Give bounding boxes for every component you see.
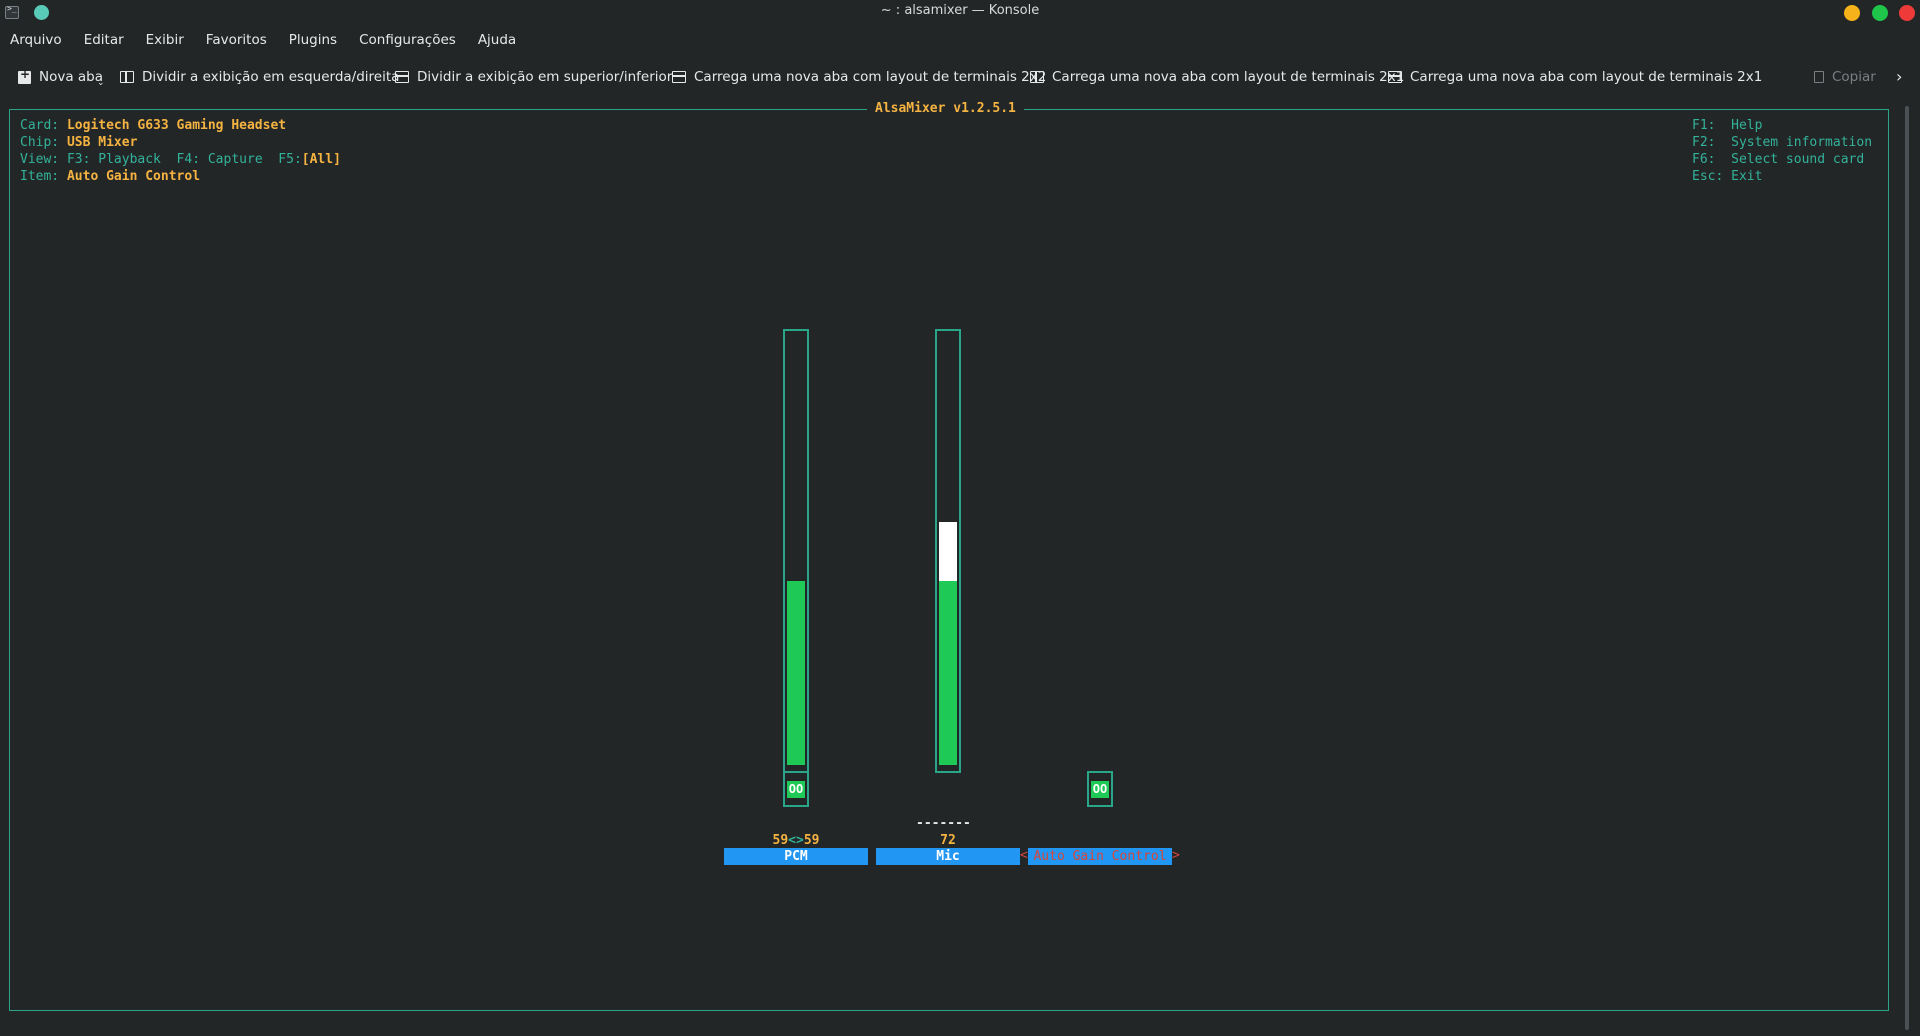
item-label: Item:	[20, 169, 60, 184]
terminal-view[interactable]: AlsaMixer v1.2.5.1 Card: Logitech G633 G…	[0, 100, 1920, 1036]
mic-control-label[interactable]: Mic	[876, 848, 1020, 865]
layout-2x2-button[interactable]: Carrega uma nova aba com layout de termi…	[672, 62, 1046, 92]
new-tab-button[interactable]: Nova aba	[18, 62, 103, 92]
menu-bar: Arquivo Editar Exibir Favoritos Plugins …	[0, 27, 1920, 53]
menu-exibir[interactable]: Exibir	[146, 32, 184, 48]
help-f6: F6: Select sound card	[1692, 152, 1864, 167]
split-horizontal-icon	[395, 71, 409, 83]
chip-label: Chip:	[20, 135, 60, 150]
help-f6-key: F6:	[1692, 152, 1716, 167]
menu-configuracoes[interactable]: Configurações	[359, 32, 456, 48]
help-f2: F2: System information	[1692, 135, 1872, 150]
mic-volume-green	[939, 580, 957, 765]
view-line: View: F3: Playback F4: Capture F5:[All]	[20, 152, 341, 167]
layout-2x2-label: Carrega uma nova aba com layout de termi…	[694, 69, 1047, 85]
view-all-key: F5:	[278, 152, 302, 167]
pcm-control-label[interactable]: PCM	[724, 848, 868, 865]
split-left-right-label: Dividir a exibição em esquerda/direita	[142, 69, 400, 85]
help-f1: F1: Help	[1692, 118, 1762, 133]
view-label: View:	[20, 152, 60, 167]
menu-arquivo[interactable]: Arquivo	[10, 32, 62, 48]
window-title: ~ : alsamixer — Konsole	[880, 3, 1040, 18]
help-f6-text: Select sound card	[1731, 152, 1865, 167]
layout-2x2-icon	[672, 71, 686, 83]
terminal-scrollbar[interactable]	[1905, 106, 1909, 1030]
view-all-value: [All]	[301, 152, 341, 167]
layout-2x1-vertical-label: Carrega uma nova aba com layout de termi…	[1052, 69, 1405, 85]
menu-ajuda[interactable]: Ajuda	[478, 32, 516, 48]
chip-line: Chip: USB Mixer	[20, 135, 137, 150]
pcm-value-left: 59	[772, 833, 789, 848]
item-line: Item: Auto Gain Control	[20, 169, 200, 184]
layout-2x1-horizontal-button[interactable]: Carrega uma nova aba com layout de termi…	[1388, 62, 1762, 92]
view-capture: F4: Capture	[176, 152, 263, 167]
pcm-value-arrows: <>	[788, 833, 804, 848]
pcm-mute-toggle[interactable]: OO	[783, 771, 809, 807]
new-tab-icon	[18, 67, 31, 84]
pcm-mute-state: OO	[787, 781, 805, 798]
pcm-volume-green	[787, 580, 805, 765]
mic-capture-indicator: -------	[916, 816, 971, 831]
pcm-value-right: 59	[803, 833, 820, 848]
help-f2-text: System information	[1731, 135, 1873, 150]
toolbar-overflow-chevron-icon[interactable]: ›	[1896, 67, 1902, 86]
menu-plugins[interactable]: Plugins	[289, 32, 337, 48]
agc-switch-state: OO	[1091, 781, 1109, 798]
help-f2-key: F2:	[1692, 135, 1716, 150]
minimize-button[interactable]	[1844, 5, 1860, 21]
close-button[interactable]	[1899, 5, 1915, 21]
new-tab-dropdown-icon[interactable]: ⌄	[97, 78, 105, 88]
split-vertical-icon	[120, 71, 134, 83]
pcm-volume-value: 59<>59	[760, 833, 832, 848]
layout-2x1-vertical-icon	[1030, 71, 1044, 83]
menu-editar[interactable]: Editar	[84, 32, 124, 48]
split-left-right-button[interactable]: Dividir a exibição em esquerda/direita	[120, 62, 399, 92]
copy-icon	[1814, 71, 1824, 83]
split-top-bottom-label: Dividir a exibição em superior/inferior	[417, 69, 673, 85]
help-esc: Esc: Exit	[1692, 169, 1762, 184]
layout-2x1-horizontal-label: Carrega uma nova aba com layout de termi…	[1410, 69, 1763, 85]
mic-volume-slider[interactable]	[935, 329, 961, 773]
new-tab-label: Nova aba	[39, 69, 104, 85]
help-f1-key: F1:	[1692, 118, 1716, 133]
copy-label: Copiar	[1832, 69, 1876, 85]
item-value: Auto Gain Control	[66, 169, 201, 184]
menu-favoritos[interactable]: Favoritos	[206, 32, 267, 48]
title-bar: ~ : alsamixer — Konsole	[0, 0, 1920, 26]
help-f1-text: Help	[1731, 118, 1763, 133]
mic-volume-white	[939, 521, 957, 581]
agc-control-label[interactable]: Auto Gain Control	[1028, 848, 1172, 865]
maximize-button[interactable]	[1872, 5, 1888, 21]
pcm-volume-slider[interactable]	[783, 329, 809, 773]
agc-selection-right-bracket: >	[1172, 848, 1180, 863]
card-value: Logitech G633 Gaming Headset	[66, 118, 287, 133]
layout-2x1-vertical-button[interactable]: Carrega uma nova aba com layout de termi…	[1030, 62, 1404, 92]
agc-selection-left-bracket: <	[1020, 848, 1028, 863]
card-label: Card:	[20, 118, 60, 133]
alsamixer-title: AlsaMixer v1.2.5.1	[867, 101, 1024, 116]
mic-volume-value: 72	[940, 833, 956, 848]
agc-switch-toggle[interactable]: OO	[1087, 771, 1113, 807]
toolbar: Nova aba ⌄ Dividir a exibição em esquerd…	[0, 62, 1920, 92]
copy-button[interactable]: Copiar	[1814, 62, 1876, 92]
chip-value: USB Mixer	[66, 135, 138, 150]
view-playback: F3: Playback	[66, 152, 161, 167]
layout-2x1-horizontal-icon	[1388, 71, 1402, 83]
help-esc-text: Exit	[1731, 169, 1763, 184]
card-line: Card: Logitech G633 Gaming Headset	[20, 118, 286, 133]
split-top-bottom-button[interactable]: Dividir a exibição em superior/inferior	[395, 62, 672, 92]
help-esc-key: Esc:	[1692, 169, 1724, 184]
